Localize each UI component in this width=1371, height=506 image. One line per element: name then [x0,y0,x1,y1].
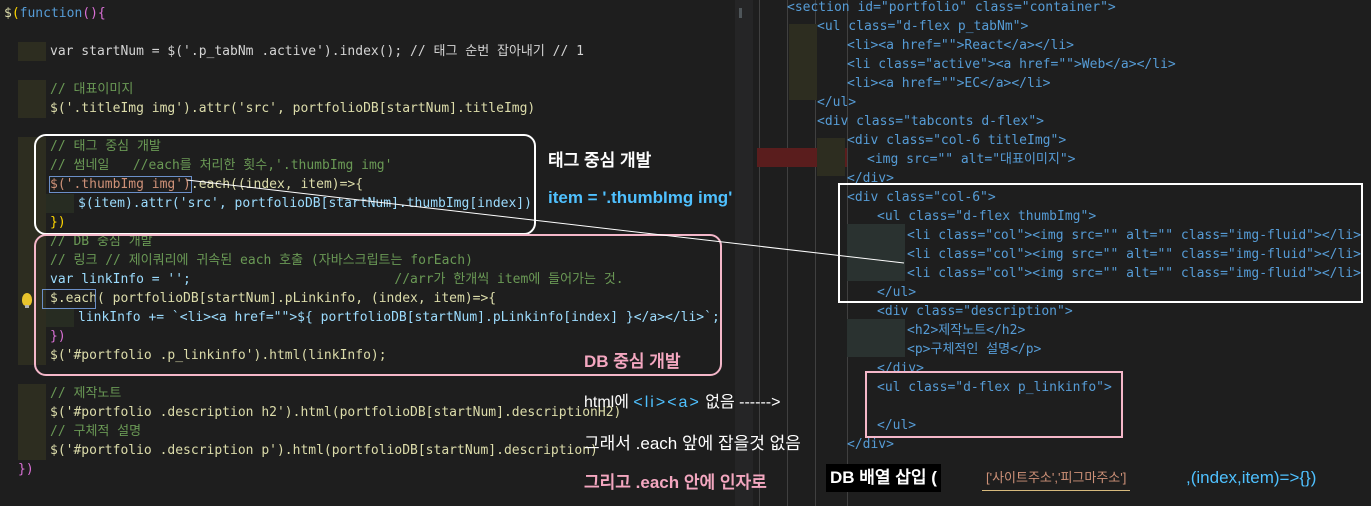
item-equals-label: item = '.thumbImg img' [548,188,733,207]
args-tail-note: ,(index,item)=>{}) [1186,468,1317,487]
db-insert-label: DB 배열 삽입 ( [826,464,941,492]
nothing-before-each-note: 그래서 .each 앞에 잡을것 없음 [584,434,801,453]
insert-db-note: 그리고 .each 안에 인자로 [584,473,767,492]
tag-dev-label: 태그 중심 개발 [548,151,652,170]
db-dev-label: DB 중심 개발 [584,352,681,371]
array-sample: ['사이트주소','피그마주소'] [982,466,1131,491]
html-no-li-note: html에 <li><a> 없음 ------> [584,394,781,411]
